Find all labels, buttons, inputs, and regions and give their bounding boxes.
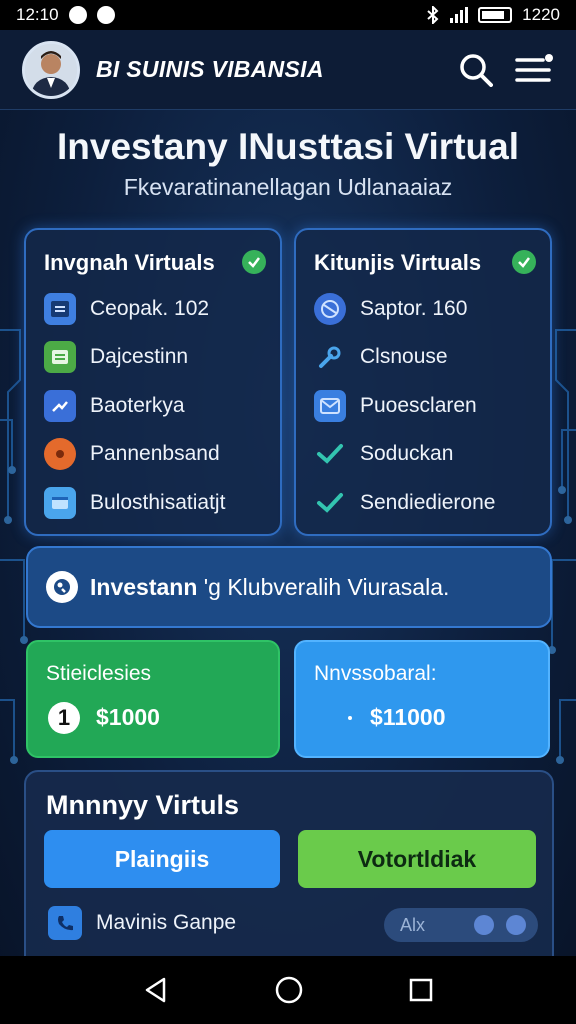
page-title: Investany INusttasi Virtual (57, 126, 519, 167)
back-icon[interactable] (142, 976, 170, 1004)
app-header: BI SUINIS VIBANSIA (0, 30, 576, 110)
card-title: Invgnah Virtuals (44, 250, 215, 275)
list-item[interactable]: Bulosthisatiatjt (44, 486, 225, 520)
item-label: Soduckan (360, 442, 454, 465)
item-label: Ceopak. 102 (90, 297, 210, 320)
notification-icon (68, 6, 87, 24)
stat-value: $1000 (96, 704, 160, 730)
item-label: Pannenbsand (90, 442, 220, 465)
dot-icon (348, 716, 352, 720)
banner-bold-text: Investann (90, 573, 198, 600)
list-item[interactable]: Puoesclaren (314, 389, 477, 423)
item-label: Saptor. 160 (360, 297, 468, 320)
avatar[interactable] (22, 40, 80, 99)
info-banner[interactable]: Investann 'g Klubveralih Viurasala. (26, 546, 552, 628)
list-item[interactable]: Sendiedierone (314, 486, 495, 520)
toggle-label: Alx (400, 914, 426, 935)
toggle-switch[interactable]: Alx (384, 908, 538, 942)
item-label: Bulosthisatiatjt (90, 491, 226, 514)
toggle-dot (474, 915, 494, 935)
stat-card-left[interactable]: Stieiclesies 1 $1000 (26, 640, 280, 758)
list-item[interactable]: Pannenbsand (44, 437, 220, 471)
bottom-card: Mnnnyy Virtuls Plaingiis Votortldiak Mav… (24, 770, 554, 974)
search-icon (460, 53, 493, 87)
list-item[interactable]: Ceopak. 102 (44, 292, 209, 326)
gear-icon (44, 438, 76, 470)
page-subtitle: Fkevaratinanellagan Udlanaaiaz (123, 174, 453, 200)
menu-icon (515, 53, 553, 82)
stat-badge: 1 (48, 702, 80, 734)
stat-card-right[interactable]: Nnvssobaral: $11000 (294, 640, 550, 758)
item-label: Baoterkya (90, 394, 185, 417)
checkmark-icon (242, 250, 266, 274)
checkmark-icon (314, 487, 346, 519)
list-item[interactable]: Baoterkya (44, 389, 185, 423)
settings-row[interactable]: Mavinis Ganpe (48, 906, 236, 940)
home-icon[interactable] (274, 975, 304, 1005)
bluetooth-icon (427, 6, 439, 24)
clock: 12:10 (16, 5, 59, 24)
info-icon (46, 571, 78, 603)
toggle-dot (506, 915, 526, 935)
list-item[interactable]: Clsnouse (314, 340, 448, 374)
row-label: Mavinis Ganpe (96, 911, 237, 934)
left-feature-card[interactable]: Invgnah Virtuals Ceopak. 102 Dajcestinn … (24, 228, 282, 536)
item-label: Sendiedierone (360, 491, 496, 514)
list-item[interactable]: Dajcestinn (44, 340, 188, 374)
item-label: Dajcestinn (90, 345, 189, 368)
document-icon (44, 293, 76, 325)
recents-icon[interactable] (408, 977, 434, 1003)
secondary-button[interactable]: Votortldiak (298, 830, 536, 888)
list-item[interactable]: Saptor. 160 (314, 292, 467, 326)
stat-value: $11000 (370, 704, 446, 730)
phone-icon (48, 906, 82, 940)
arrow-icon (44, 390, 76, 422)
globe-icon (314, 293, 346, 325)
item-label: Clsnouse (360, 345, 448, 368)
person-icon (25, 43, 77, 96)
folder-icon (44, 341, 76, 373)
checkmark-icon (314, 438, 346, 470)
stat-label: Stieiclesies (46, 662, 152, 685)
banner-rest-text: 'g Klubveralih Viurasala. (197, 573, 450, 600)
notification-icon-2 (96, 6, 115, 24)
search-button[interactable] (456, 50, 496, 90)
list-item[interactable]: Soduckan (314, 437, 453, 471)
window-icon (44, 487, 76, 519)
wrench-icon (314, 341, 346, 373)
battery-time: 1220 (522, 5, 560, 24)
system-nav-bar (0, 956, 576, 1024)
section-title: Mnnnyy Virtuls (46, 790, 240, 820)
banner-text: Investann 'g Klubveralih Viurasala. (90, 574, 449, 601)
card-title: Kitunjis Virtuals (314, 250, 482, 275)
signal-icon (450, 7, 469, 23)
item-label: Puoesclaren (360, 394, 477, 417)
primary-button[interactable]: Plaingiis (44, 830, 280, 888)
stat-label: Nnvssobaral: (314, 662, 437, 685)
app-title: BI SUINIS VIBANSIA (96, 56, 324, 82)
battery-icon (478, 7, 513, 23)
menu-button[interactable] (514, 50, 554, 90)
right-feature-card[interactable]: Kitunjis Virtuals Saptor. 160 Clsnouse P… (294, 228, 552, 536)
mail-icon (314, 390, 346, 422)
checkmark-icon (512, 250, 536, 274)
status-bar: 12:10 1220 (0, 0, 576, 30)
